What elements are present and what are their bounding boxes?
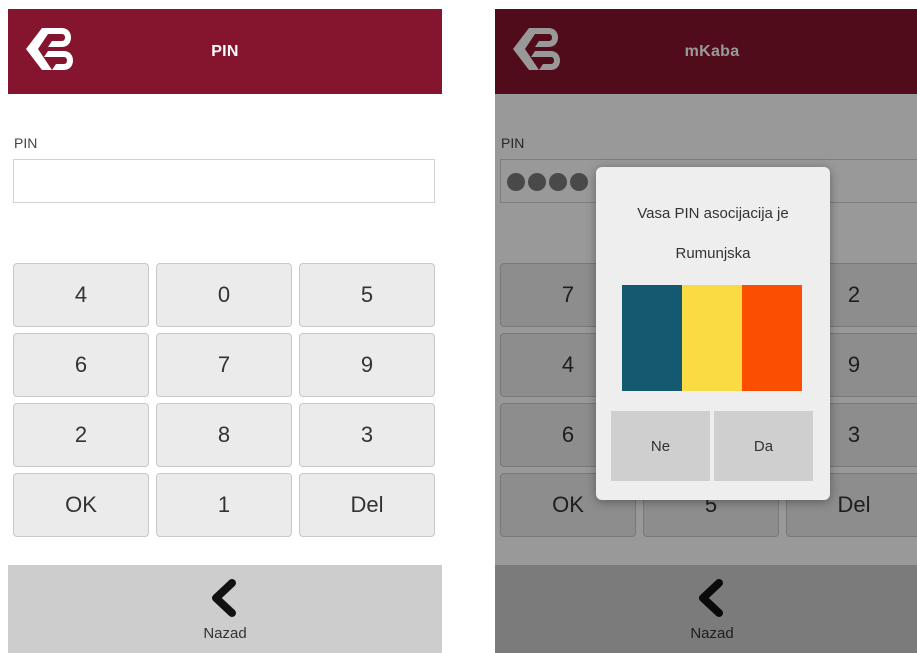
pin-label: PIN bbox=[14, 135, 38, 151]
flag-stripe-yellow bbox=[682, 285, 742, 391]
yes-button[interactable]: Da bbox=[714, 411, 813, 481]
key-button[interactable]: 4 bbox=[13, 263, 149, 327]
dialog-message: Vasa PIN asocijacija je bbox=[637, 205, 789, 222]
pin-input[interactable] bbox=[13, 159, 435, 203]
key-button[interactable]: 7 bbox=[156, 333, 292, 397]
flag-stripe-red bbox=[742, 285, 802, 391]
back-button[interactable]: Nazad bbox=[8, 565, 442, 653]
key-button[interactable]: 2 bbox=[13, 403, 149, 467]
key-button[interactable]: 3 bbox=[299, 403, 435, 467]
pin-association-dialog: Vasa PIN asocijacija je Rumunjska Ne Da bbox=[596, 167, 830, 500]
pin-screen: PIN PIN 4 0 5 6 7 9 2 8 3 OK 1 Del Nazad bbox=[8, 9, 442, 653]
page-title: PIN bbox=[211, 43, 239, 60]
app-header: PIN bbox=[8, 9, 442, 94]
pin-confirm-screen: mKaba PIN 7 2 4 9 6 3 OK 5 Del Nazad Vas… bbox=[495, 9, 917, 653]
ok-button[interactable]: OK bbox=[13, 473, 149, 537]
key-button[interactable]: 0 bbox=[156, 263, 292, 327]
key-button[interactable]: 9 bbox=[299, 333, 435, 397]
romania-flag-icon bbox=[622, 285, 802, 391]
back-label: Nazad bbox=[203, 625, 247, 642]
no-button[interactable]: Ne bbox=[611, 411, 710, 481]
association-country: Rumunjska bbox=[675, 245, 751, 262]
key-button[interactable]: 6 bbox=[13, 333, 149, 397]
key-button[interactable]: 8 bbox=[156, 403, 292, 467]
delete-button[interactable]: Del bbox=[299, 473, 435, 537]
flag-stripe-blue bbox=[622, 285, 682, 391]
key-button[interactable]: 5 bbox=[299, 263, 435, 327]
key-button[interactable]: 1 bbox=[156, 473, 292, 537]
chevron-left-icon bbox=[212, 579, 236, 617]
